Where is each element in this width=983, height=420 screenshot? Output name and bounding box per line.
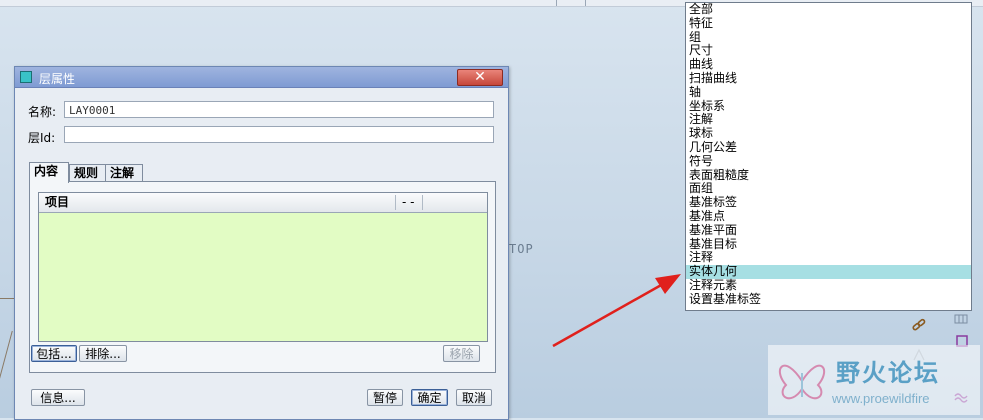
name-field[interactable]: LAY0001 [64, 101, 494, 118]
cancel-button[interactable]: 取消 [456, 389, 492, 406]
include-button[interactable]: 包括... [31, 345, 77, 362]
dropdown-item[interactable]: 符号 [686, 154, 971, 169]
dropdown-item[interactable]: 尺寸 [686, 44, 971, 58]
watermark-url: www.proewildfire [832, 391, 930, 406]
dropdown-item[interactable]: 曲线 [686, 57, 971, 72]
dropdown-item[interactable]: 轴 [686, 85, 971, 100]
model-edge [0, 330, 13, 390]
view-label: TOP [509, 242, 534, 256]
items-list[interactable]: 项目 - - [38, 192, 488, 342]
remove-button[interactable]: 移除 [443, 345, 480, 362]
dialog-titlebar[interactable]: 层属性 ✕ [15, 67, 508, 88]
tab-rules[interactable]: 规则 [69, 164, 107, 182]
close-button[interactable]: ✕ [457, 69, 503, 86]
toolbar-separator [556, 0, 557, 6]
butterfly-logo-icon [778, 364, 826, 400]
column-separator [422, 195, 423, 210]
layer-id-field[interactable] [64, 126, 494, 143]
column-header-extra[interactable]: - - [396, 193, 422, 212]
dropdown-item[interactable]: 扫描曲线 [686, 71, 971, 86]
dropdown-item[interactable]: 几何公差 [686, 140, 971, 155]
layer-id-label: 层Id: [28, 131, 56, 145]
dropdown-item-selected[interactable]: 实体几何 [686, 264, 971, 279]
chain-link-icon[interactable] [912, 318, 926, 332]
dropdown-item[interactable]: 坐标系 [686, 99, 971, 114]
info-button[interactable]: 信息... [31, 389, 85, 406]
pause-button[interactable]: 暂停 [367, 389, 403, 406]
tab-panel-content: 项目 - - 包括... 排除... 移除 [29, 181, 496, 373]
watermark-title: 野火论坛 [836, 359, 940, 387]
list-header: 项目 - - [39, 193, 487, 213]
dropdown-item[interactable]: 注释元素 [686, 278, 971, 293]
ok-button[interactable]: 确定 [411, 389, 448, 406]
dropdown-item[interactable]: 组 [686, 30, 971, 45]
toolbar-separator [585, 0, 586, 6]
dropdown-item[interactable]: 注解 [686, 113, 971, 127]
filter-dropdown-list[interactable]: 全部 特征 组 尺寸 曲线 扫描曲线 轴 坐标系 注解 球标 几何公差 符号 表… [685, 2, 972, 311]
tab-content[interactable]: 内容 [29, 162, 69, 183]
forum-watermark: 野火论坛 www.proewildfire [768, 345, 980, 415]
dropdown-item[interactable]: 设置基准标签 [686, 292, 971, 307]
red-arrow-annotation [552, 274, 681, 348]
name-label: 名称: [28, 105, 57, 119]
layer-properties-dialog: 层属性 ✕ 名称: LAY0001 层Id: 内容 规则 注解 项目 - - 包… [14, 66, 509, 420]
exclude-button[interactable]: 排除... [79, 345, 127, 362]
column-header-item[interactable]: 项目 [39, 193, 395, 212]
dropdown-item[interactable]: 基准目标 [686, 237, 971, 252]
grid-icon[interactable] [954, 312, 968, 326]
dialog-title: 层属性 [39, 72, 76, 86]
dropdown-item[interactable]: 基准标签 [686, 195, 971, 210]
dropdown-item[interactable]: 球标 [686, 126, 971, 141]
model-edge [0, 298, 14, 299]
dropdown-item[interactable]: 特征 [686, 16, 971, 31]
dropdown-item[interactable]: 全部 [686, 2, 971, 17]
dropdown-item[interactable]: 表面粗糙度 [686, 168, 971, 183]
dropdown-item[interactable]: 基准点 [686, 209, 971, 224]
layer-icon [20, 71, 32, 83]
dropdown-item[interactable]: 基准平面 [686, 223, 971, 238]
tab-annotations[interactable]: 注解 [105, 164, 143, 182]
